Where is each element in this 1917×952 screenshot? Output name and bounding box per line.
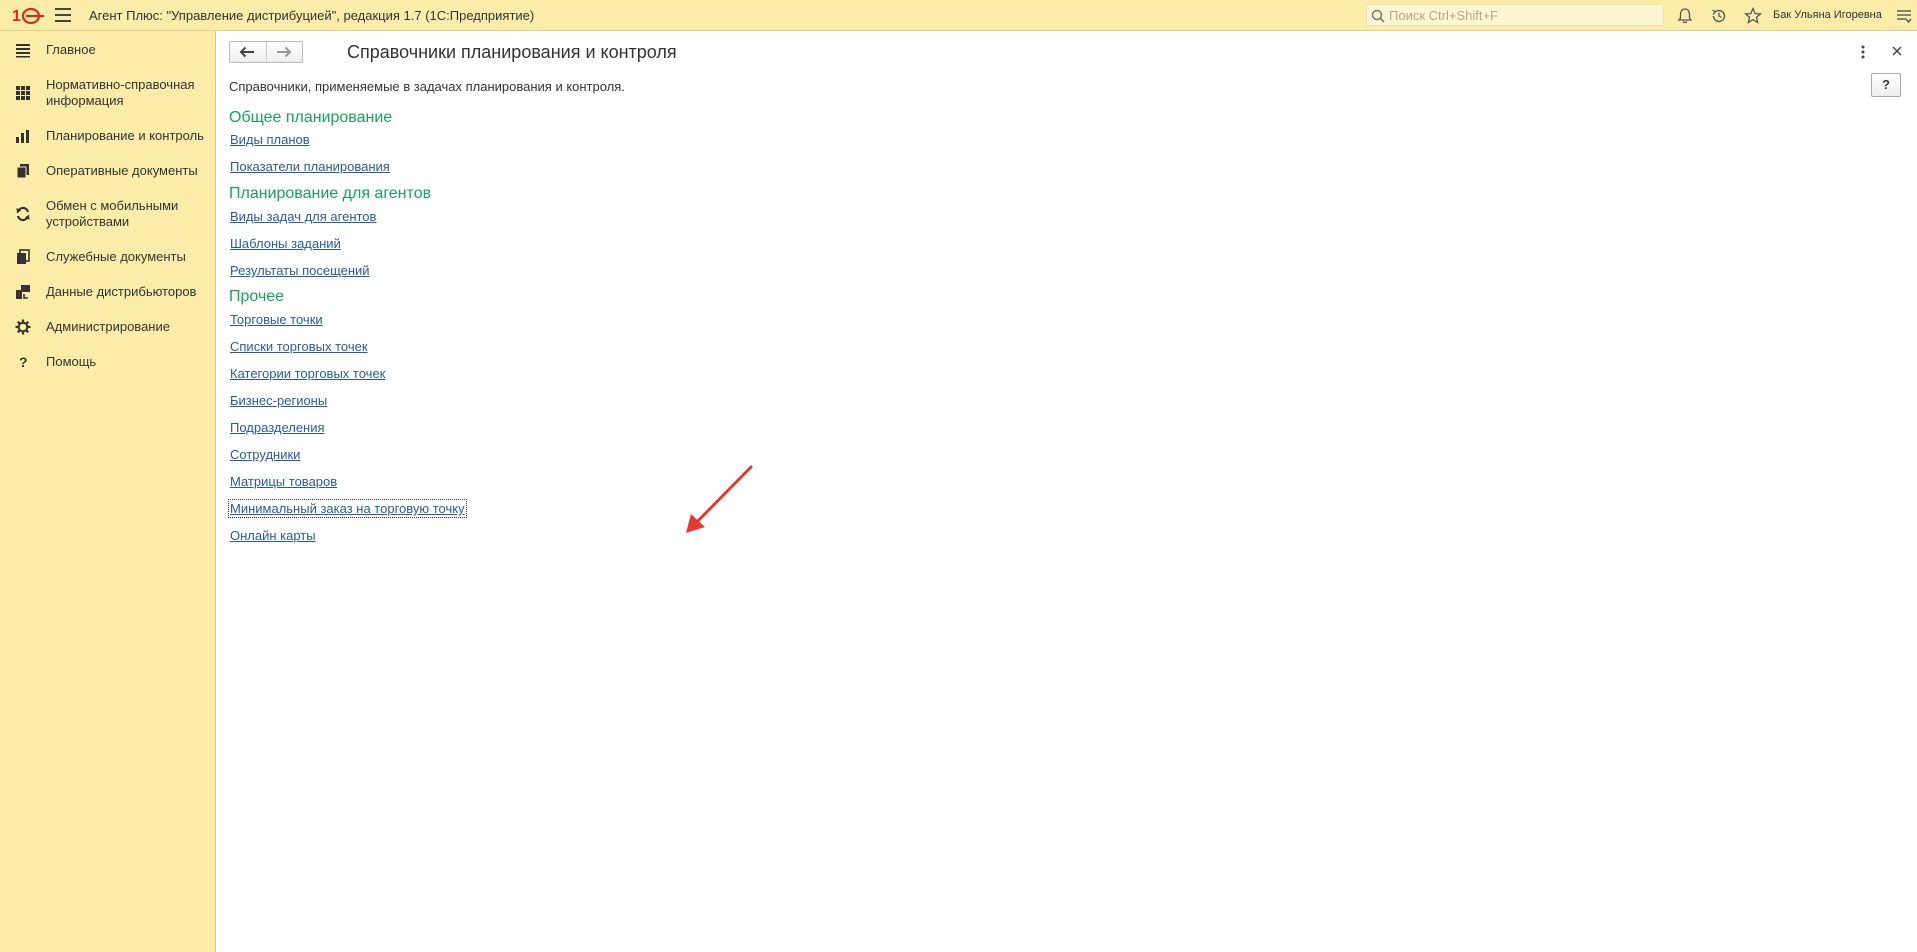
sidebar-item-label: Планирование и контроль (46, 128, 204, 143)
more-actions-icon[interactable] (1858, 43, 1868, 61)
sync-icon (16, 206, 30, 222)
sidebar-item-administration[interactable]: Администрирование (0, 318, 215, 336)
sidebar-item-main[interactable]: Главное (0, 41, 215, 59)
close-icon[interactable] (1889, 43, 1905, 59)
sidebar-item-operational-docs[interactable]: Оперативные документы (0, 162, 215, 180)
grid-icon (16, 86, 30, 100)
search-icon (1371, 9, 1385, 23)
page-description: Справочники, применяемые в задачах плани… (229, 79, 625, 94)
navigation-buttons (229, 41, 303, 63)
section-title: Прочее (229, 288, 285, 305)
arrow-right-icon (277, 46, 292, 58)
user-name[interactable]: Бак Ульяна Игоревна (1773, 9, 1882, 21)
app-title: Агент Плюс: "Управление дистрибуцией", р… (89, 8, 535, 23)
sidebar-item-service-docs[interactable]: Служебные документы (0, 248, 215, 266)
settings-menu-icon[interactable] (1894, 6, 1914, 26)
history-icon[interactable] (1709, 6, 1729, 26)
sidebar-item-label: Данные дистрибьюторов (46, 284, 197, 299)
menu-lines-icon (16, 44, 30, 58)
gear-icon (15, 319, 31, 335)
link-minimum-order[interactable]: Минимальный заказ на торговую точку (228, 499, 467, 518)
search-box[interactable] (1366, 4, 1664, 26)
svg-text:?: ? (19, 354, 28, 370)
title-bar: 1 Агент Плюс: "Управление дистрибуцией",… (0, 0, 1917, 31)
sidebar-item-label: Помощь (46, 354, 97, 369)
link-agent-task-types[interactable]: Виды задач для агентов (230, 209, 376, 224)
sidebar-item-label: Оперативные документы (46, 163, 198, 178)
forward-button[interactable] (266, 42, 302, 62)
link-employees[interactable]: Сотрудники (230, 447, 300, 462)
annotation-arrow (686, 465, 753, 533)
sidebar-item-label: Администрирование (46, 319, 170, 334)
link-product-matrices[interactable]: Матрицы товаров (230, 474, 337, 489)
sections-panel: Главное Нормативно-справочная информация… (0, 31, 216, 952)
search-input[interactable] (1389, 7, 1659, 23)
link-online-maps[interactable]: Онлайн карты (230, 528, 316, 543)
sidebar-item-label: Служебные документы (46, 249, 186, 264)
question-icon: ? (19, 354, 28, 370)
service-docs-icon (17, 249, 30, 264)
link-outlets[interactable]: Торговые точки (230, 312, 323, 327)
sidebar-item-distributor-data[interactable]: Данные дистрибьюторов (0, 283, 215, 301)
link-departments[interactable]: Подразделения (230, 420, 325, 435)
section-title: Планирование для агентов (229, 185, 432, 202)
1c-logo-icon: 1 (12, 7, 44, 25)
sidebar-item-help[interactable]: ? Помощь (0, 353, 215, 371)
star-icon[interactable] (1743, 6, 1763, 26)
link-visit-results[interactable]: Результаты посещений (230, 263, 370, 278)
page-title: Справочники планирования и контроля (347, 42, 677, 62)
distributor-icon (16, 285, 30, 299)
link-outlet-categories[interactable]: Категории торговых точек (230, 366, 385, 381)
sidebar-item-planning[interactable]: Планирование и контроль (0, 127, 215, 145)
svg-text:1: 1 (12, 8, 21, 25)
sidebar-item-label: Главное (46, 42, 96, 57)
sidebar-item-reference-info[interactable]: Нормативно-справочная информация (0, 76, 215, 110)
back-button[interactable] (230, 42, 267, 62)
link-business-regions[interactable]: Бизнес-регионы (230, 393, 327, 408)
link-planning-indicators[interactable]: Показатели планирования (230, 159, 390, 174)
bell-icon[interactable] (1675, 6, 1695, 26)
sidebar-item-label: Нормативно-справочная информация (46, 77, 195, 108)
help-button[interactable]: ? (1871, 73, 1901, 97)
sidebar-item-label: Обмен с мобильными устройствами (46, 198, 179, 229)
main-menu-icon[interactable] (55, 8, 71, 22)
section-title: Общее планирование (229, 109, 393, 126)
form-area: Справочники планирования и контроля ? Сп… (216, 31, 1917, 952)
link-task-templates[interactable]: Шаблоны заданий (230, 236, 341, 251)
link-plan-types[interactable]: Виды планов (230, 132, 310, 147)
documents-icon (16, 164, 29, 179)
link-outlet-lists[interactable]: Списки торговых точек (230, 339, 368, 354)
arrow-left-icon (239, 46, 254, 58)
sidebar-item-mobile-exchange[interactable]: Обмен с мобильными устройствами (0, 197, 215, 231)
bar-chart-icon (16, 130, 29, 143)
